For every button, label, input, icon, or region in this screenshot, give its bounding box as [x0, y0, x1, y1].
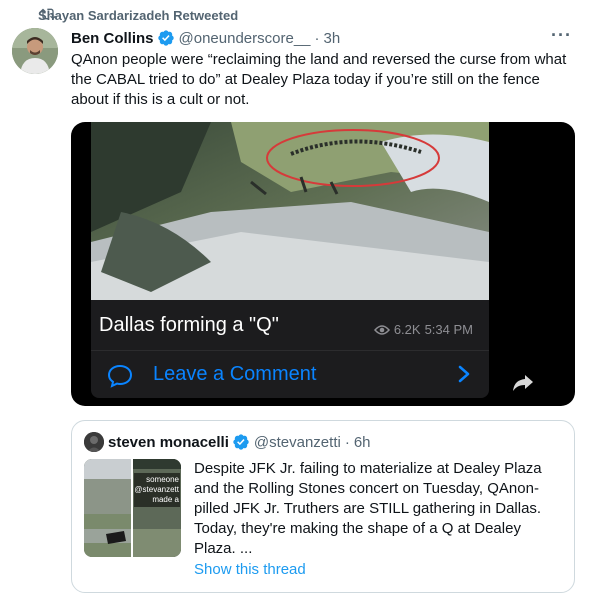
media-meta: 6.2K 5:34 PM	[373, 322, 473, 337]
quote-verified-badge-icon	[232, 433, 250, 451]
verified-badge-icon	[157, 29, 175, 47]
tweet-text: QAnon people were “reclaiming the land a…	[71, 51, 567, 108]
thumb-overlay-line-3: made a	[152, 495, 179, 504]
quote-text: Despite JFK Jr. failing to materialize a…	[194, 460, 542, 557]
separator-dot: ·	[314, 29, 320, 47]
retweet-icon	[0, 6, 56, 22]
tweet-header: Ben Collins @oneunderscore__ · 3h ···	[71, 26, 580, 48]
author-avatar[interactable]	[12, 28, 58, 74]
media-time: 5:34 PM	[424, 322, 473, 337]
comment-bar: Leave a Comment	[91, 350, 489, 398]
thumb-overlay-line-2: @stevanzett	[134, 485, 179, 494]
leave-comment-label: Leave a Comment	[153, 363, 317, 385]
comment-bubble-icon	[107, 364, 133, 388]
chevron-right-icon	[458, 365, 470, 383]
quoted-tweet[interactable]: steven monacelli @stevanzetti · 6h someo…	[71, 420, 575, 593]
quote-header: steven monacelli @stevanzetti · 6h	[84, 432, 371, 452]
author-name[interactable]: Ben Collins	[71, 30, 154, 47]
media-views: 6.2K	[393, 322, 421, 337]
author-handle[interactable]: @oneunderscore__	[179, 30, 311, 47]
media-caption-bar: Dallas forming a "Q" 6.2K 5:34 PM	[91, 300, 489, 350]
media-caption: Dallas forming a "Q"	[99, 314, 279, 336]
tweet-media[interactable]: Dallas forming a "Q" 6.2K 5:34 PM Leave …	[71, 122, 575, 406]
quote-separator-dot: ·	[344, 433, 350, 451]
quote-handle: @stevanzetti	[253, 433, 341, 451]
quote-avatar	[84, 432, 104, 452]
retweet-label: Shayan Sardarizadeh Retweeted	[38, 7, 239, 23]
quote-time: 6h	[353, 433, 371, 451]
media-photo	[91, 122, 489, 300]
show-thread-link[interactable]: Show this thread	[194, 561, 306, 578]
more-options-icon[interactable]: ···	[551, 26, 572, 44]
quote-thumbnail: someone @stevanzett made a	[84, 459, 181, 557]
share-arrow-icon[interactable]	[511, 370, 535, 394]
retweet-context[interactable]: Shayan Sardarizadeh Retweeted	[38, 6, 238, 24]
thumb-overlay-line-1: someone	[146, 475, 179, 484]
quote-author-name: steven monacelli	[108, 433, 229, 451]
tweet-time[interactable]: 3h	[324, 30, 341, 47]
eye-icon	[373, 324, 390, 335]
